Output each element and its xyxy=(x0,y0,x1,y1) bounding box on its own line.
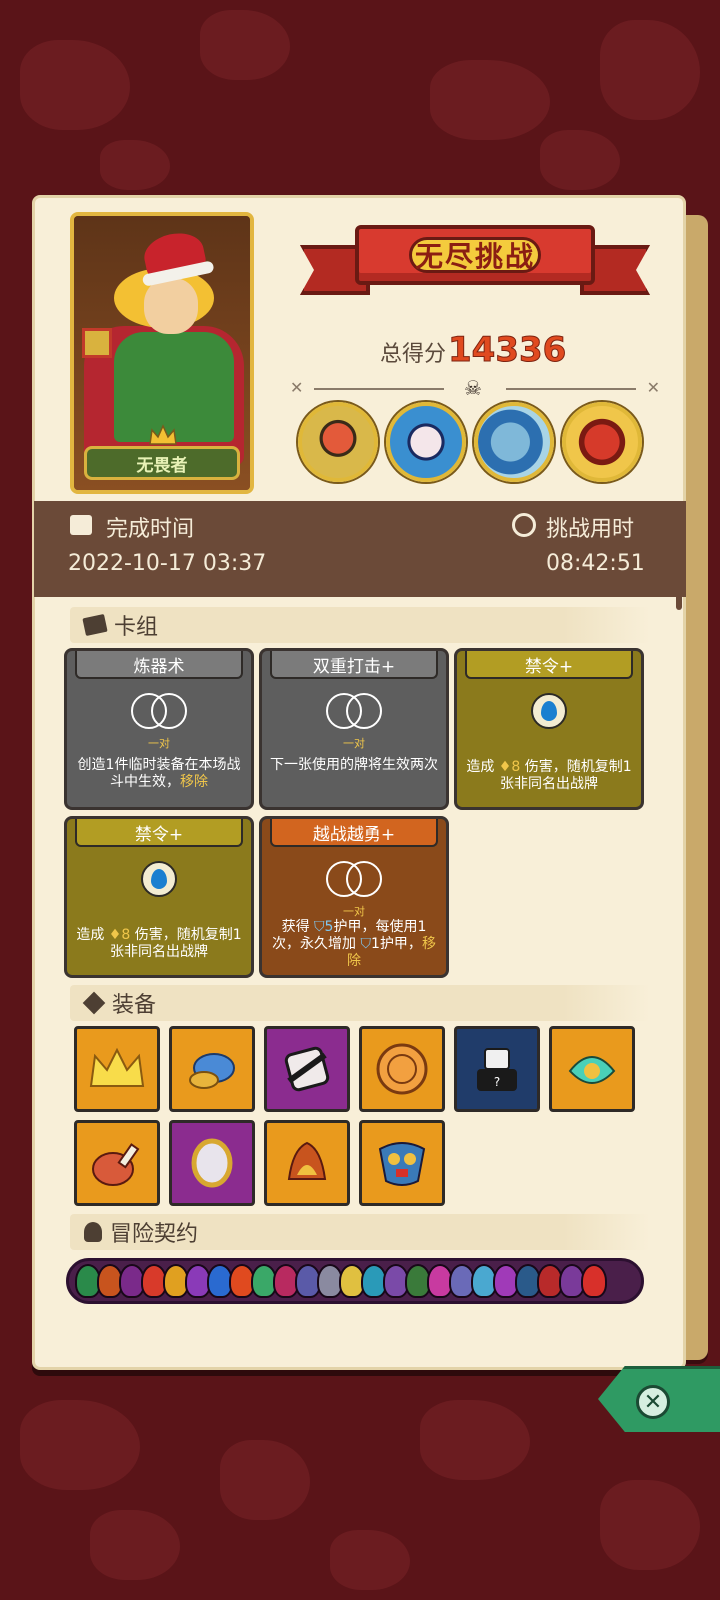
boss-cyclops-icon[interactable] xyxy=(298,402,378,482)
contract-list[interactable] xyxy=(66,1258,644,1304)
shield-icon: ⛉ xyxy=(314,919,325,935)
cube-icon xyxy=(82,991,106,1015)
pair-rings-icon xyxy=(127,693,191,729)
close-icon: ✕ xyxy=(636,1385,670,1419)
card-subtype: 一对 xyxy=(148,737,170,750)
duration-value: 08:42:51 xyxy=(546,551,645,576)
time-info-bar: 完成时间 2022-10-17 03:37 挑战用时 08:42:51 xyxy=(34,501,686,597)
card-title: 越战越勇+ xyxy=(270,819,438,847)
pair-rings-icon xyxy=(322,693,386,729)
mirror-icon[interactable] xyxy=(169,1120,255,1206)
hero-name: 无畏者 xyxy=(84,446,240,480)
contracts-section-header: 冒险契约 xyxy=(70,1214,650,1250)
mode-banner: 无尽挑战 xyxy=(300,215,650,315)
equipment-section-header: 装备 xyxy=(70,985,650,1021)
card-description: 造成 ♦8 伤害，随机复制1张非同名出战牌 xyxy=(76,927,242,960)
card-title: 双重打击+ xyxy=(270,651,438,679)
total-score: 总得分 14336 xyxy=(380,330,567,371)
deck-section-title: 卡组 xyxy=(114,615,159,640)
skull-icon: ☠ xyxy=(464,376,482,400)
contracts-section-title: 冒险契约 xyxy=(110,1222,199,1247)
card-description: 造成 ♦8 伤害，随机复制1张非同名出战牌 xyxy=(466,759,632,792)
banner-ribbon: 无尽挑战 xyxy=(355,225,595,285)
crown-icon xyxy=(149,424,177,445)
svg-text:?: ? xyxy=(494,1075,500,1089)
mask-icon[interactable] xyxy=(359,1120,445,1206)
score-value: 14336 xyxy=(448,330,567,371)
deck-card[interactable]: 炼器术 一对 创造1件临时装备在本场战斗中生效，移除 xyxy=(64,648,254,810)
deck-card[interactable]: 越战越勇+ 一对 获得 ⛉5护甲，每使用1次，永久增加 ⛉1护甲，移除 xyxy=(259,816,449,978)
ham-icon[interactable] xyxy=(74,1120,160,1206)
boss-demon-icon[interactable] xyxy=(562,402,642,482)
complete-time-value: 2022-10-17 03:37 xyxy=(68,551,267,576)
card-description: 创造1件临时装备在本场战斗中生效，移除 xyxy=(77,757,241,790)
dragon-head-icon[interactable] xyxy=(549,1026,635,1112)
deck-card[interactable]: 禁令+ 造成 ♦8 伤害，随机复制1张非同名出战牌 xyxy=(454,648,644,810)
card-subtype: 一对 xyxy=(343,905,365,918)
duration-label: 挑战用时 xyxy=(546,517,635,542)
cards-icon xyxy=(82,613,108,637)
card-subtype: 一对 xyxy=(343,737,365,750)
film-icon xyxy=(70,515,92,535)
gift-box-icon xyxy=(82,328,112,358)
crown-icon[interactable] xyxy=(74,1026,160,1112)
blue-gem-icon[interactable] xyxy=(169,1026,255,1112)
water-drop-icon xyxy=(141,861,177,897)
pair-rings-icon xyxy=(322,861,386,897)
deck-section-header: 卡组 xyxy=(70,607,650,643)
boss-bride-icon[interactable] xyxy=(386,402,466,482)
stopwatch-icon xyxy=(512,513,536,537)
deck-card[interactable]: 禁令+ 造成 ♦8 伤害，随机复制1张非同名出战牌 xyxy=(64,816,254,978)
hero-portrait[interactable]: 无畏者 xyxy=(70,212,254,494)
score-label: 总得分 xyxy=(380,342,447,367)
boss-shark-icon[interactable] xyxy=(474,402,554,482)
magic-hat-icon[interactable]: ? xyxy=(454,1026,540,1112)
person-icon xyxy=(84,1222,102,1242)
mode-title: 无尽挑战 xyxy=(409,237,541,273)
shield-icon: ⛉ xyxy=(360,936,372,952)
broken-dice-icon[interactable] xyxy=(264,1026,350,1112)
card-title: 禁令+ xyxy=(75,819,243,847)
fire-nest-icon[interactable] xyxy=(264,1120,350,1206)
gold-coin-icon[interactable] xyxy=(359,1026,445,1112)
boss-divider: ✕ ☠ ✕ xyxy=(290,376,660,400)
card-title: 炼器术 xyxy=(75,651,243,679)
water-drop-icon xyxy=(531,693,567,729)
contract-icon[interactable] xyxy=(581,1264,607,1298)
complete-time-label: 完成时间 xyxy=(106,517,195,542)
card-description: 获得 ⛉5护甲，每使用1次，永久增加 ⛉1护甲，移除 xyxy=(272,919,436,969)
crossed-swords-icon: ✕ xyxy=(646,378,660,397)
hero-face xyxy=(144,278,198,334)
defeated-bosses xyxy=(298,402,642,482)
crossed-swords-icon: ✕ xyxy=(290,378,304,397)
scrollbar[interactable] xyxy=(676,520,682,610)
deck-card[interactable]: 双重打击+ 一对 下一张使用的牌将生效两次 xyxy=(259,648,449,810)
card-description: 下一张使用的牌将生效两次 xyxy=(270,757,438,773)
equipment-section-title: 装备 xyxy=(112,993,157,1018)
card-title: 禁令+ xyxy=(465,651,633,679)
